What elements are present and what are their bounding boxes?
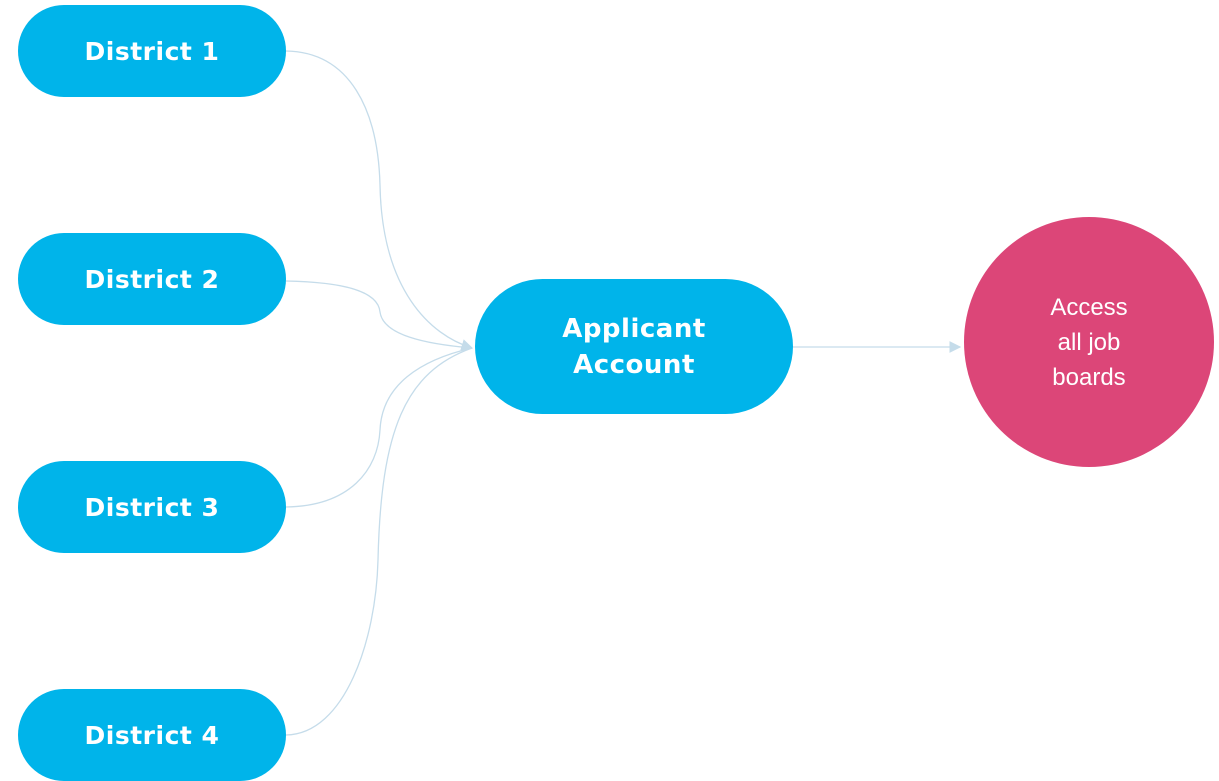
- connector-district-1: [285, 50, 474, 351]
- access-label-line-1: Access: [1050, 293, 1128, 321]
- applicant-label-line-2: Account: [573, 349, 695, 380]
- district-1-label: District 1: [84, 36, 220, 66]
- district-4-label: District 4: [84, 720, 220, 750]
- district-2-node: District 2: [18, 233, 286, 325]
- connector-district-4: [285, 347, 473, 736]
- district-2-label: District 2: [84, 264, 220, 294]
- access-job-boards-node: Access all job boards: [964, 217, 1214, 467]
- district-3-label: District 3: [84, 492, 220, 522]
- district-1-node: District 1: [18, 5, 286, 97]
- district-3-node: District 3: [18, 461, 286, 553]
- district-4-node: District 4: [18, 689, 286, 781]
- connector-district-3: [285, 347, 473, 508]
- applicant-label-line-1: Applicant: [562, 313, 706, 344]
- applicant-account-node: Applicant Account: [475, 279, 793, 414]
- access-label-line-3: boards: [1052, 363, 1126, 391]
- connector-district-2: [285, 280, 473, 349]
- access-label-line-2: all job: [1057, 328, 1121, 356]
